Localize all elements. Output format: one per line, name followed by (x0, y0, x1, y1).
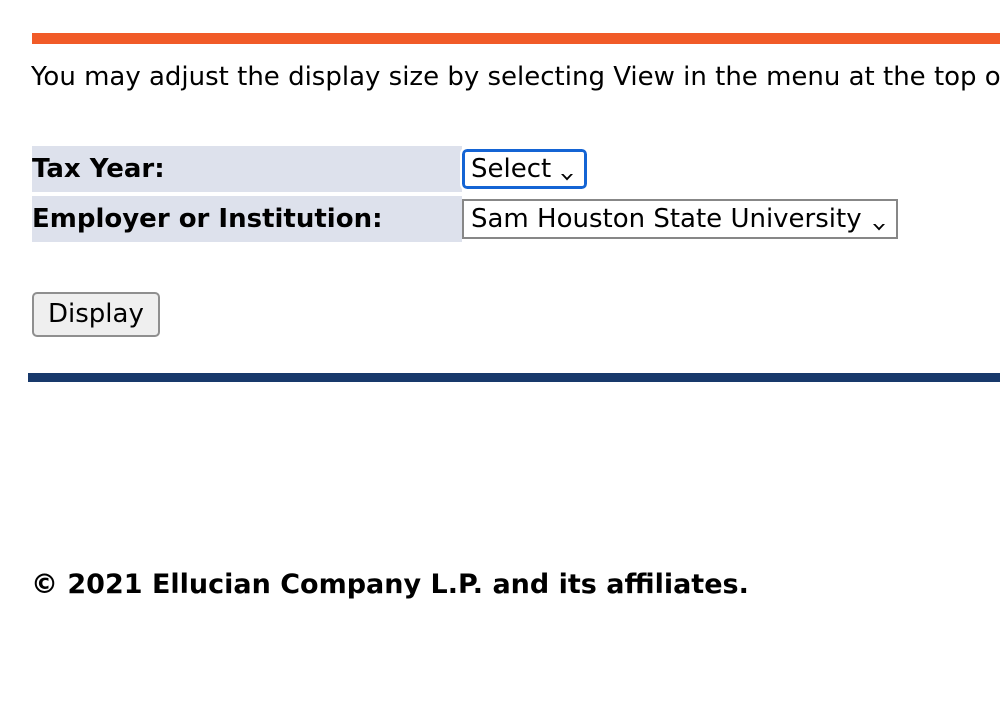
bottom-navy-divider (28, 373, 1000, 382)
top-orange-divider (32, 33, 1000, 44)
copyright-text: © 2021 Ellucian Company L.P. and its aff… (31, 569, 749, 600)
tax-year-field-cell: Select (459, 146, 898, 192)
chevron-down-icon (559, 161, 575, 181)
form-row-employer: Employer or Institution: Sam Houston Sta… (32, 196, 898, 242)
form-row-tax-year: Tax Year: Select (32, 146, 898, 192)
chevron-down-icon (871, 211, 887, 231)
employer-select-value: Sam Houston State University (471, 204, 862, 234)
employer-field-cell: Sam Houston State University (462, 196, 898, 242)
tax-year-label: Tax Year: (32, 146, 462, 192)
tax-year-select[interactable]: Select (459, 147, 590, 191)
selection-form: Tax Year: Select Employer or Institution… (32, 142, 898, 246)
employer-select[interactable]: Sam Houston State University (462, 199, 898, 239)
display-size-instruction: You may adjust the display size by selec… (31, 62, 1000, 92)
tax-year-select-value: Select (471, 154, 552, 184)
display-button[interactable]: Display (32, 292, 160, 337)
employer-label: Employer or Institution: (32, 196, 462, 242)
